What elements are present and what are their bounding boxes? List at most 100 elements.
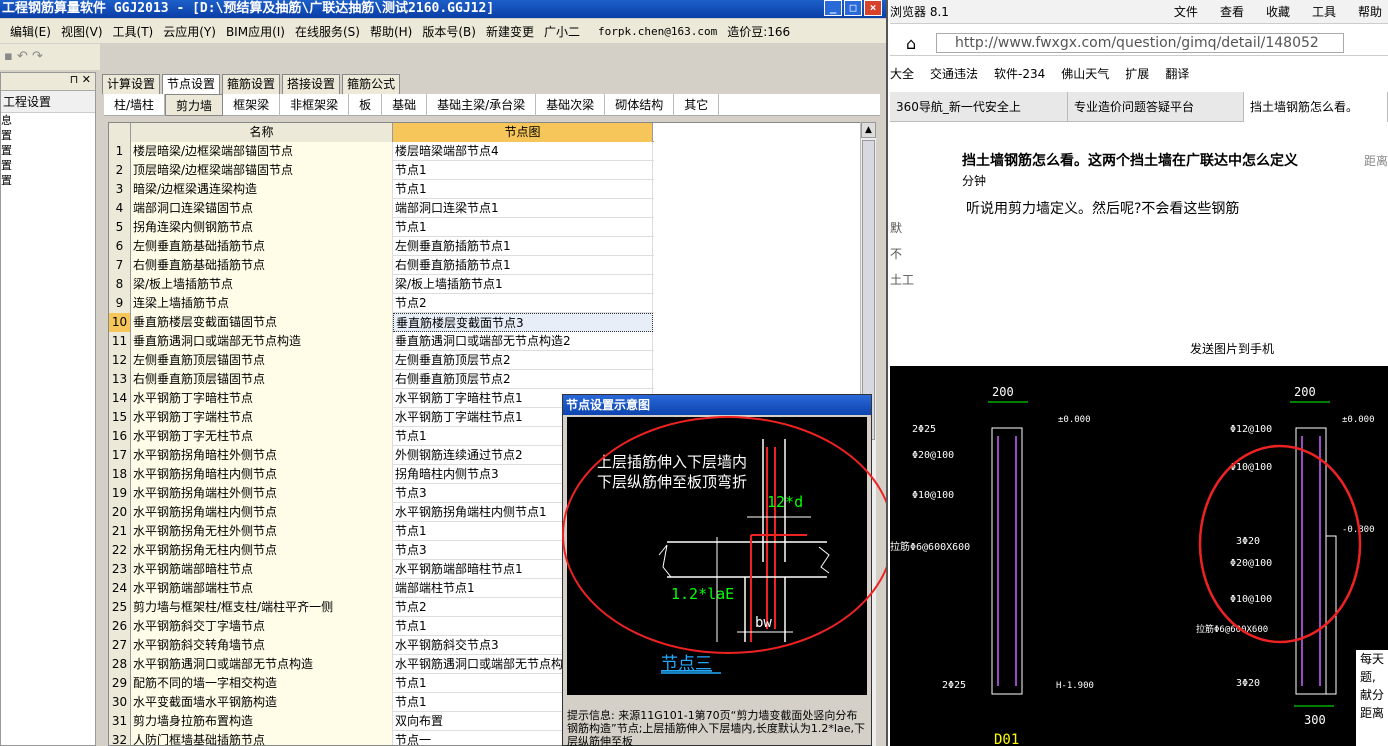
tab-slab[interactable]: 板 [349, 94, 383, 116]
table-row[interactable]: 9 连梁上墙插筋节点 节点2 [109, 294, 654, 313]
table-row[interactable]: 10 垂直筋楼层变截面锚固节点 垂直筋楼层变截面节点3 [109, 313, 654, 332]
bookmark-item[interactable]: 翻译 [1165, 62, 1189, 86]
tab-lap-settings[interactable]: 搭接设置 [282, 74, 341, 94]
table-row[interactable]: 5 拐角连梁内侧钢筋节点 节点1 [109, 218, 654, 237]
tab-foundation-main-beam[interactable]: 基础主梁/承台梁 [427, 94, 537, 116]
home-icon[interactable]: ⌂ [906, 34, 916, 53]
cell-node[interactable]: 垂直筋楼层变截面节点3 [393, 313, 653, 332]
browser-menu-favorites[interactable]: 收藏 [1266, 0, 1290, 24]
tree-item[interactable]: 息 [1, 113, 95, 128]
bookmark-item[interactable]: 扩展 [1125, 62, 1149, 86]
cell-node[interactable]: 节点1 [393, 180, 653, 199]
tab-stirrup-formula[interactable]: 箍筋公式 [342, 74, 401, 94]
header-node: 节点图 [393, 123, 653, 142]
cell-name: 水平钢筋端部暗柱节点 [131, 560, 393, 579]
tab-frame-beam[interactable]: 框架梁 [223, 94, 281, 116]
screen: 工程钢筋算量软件 GGJ2013 - [D:\预结算及抽筋\广联达抽筋\测试21… [0, 0, 1388, 746]
tab-nonframe-beam[interactable]: 非框架梁 [280, 94, 350, 116]
tree-item[interactable]: 置 [1, 173, 95, 188]
cell-num: 31 [109, 712, 131, 731]
cell-num: 20 [109, 503, 131, 522]
cell-node[interactable]: 左侧垂直筋顶层节点2 [393, 351, 653, 370]
cell-name: 拐角连梁内侧钢筋节点 [131, 218, 393, 237]
dialog-info: 提示信息: 来源11G101-1第70页“剪力墙变截面处竖向分布钢筋构造”节点;… [567, 709, 865, 746]
table-row[interactable]: 7 右侧垂直筋基础插筋节点 右侧垂直筋插筋节点1 [109, 256, 654, 275]
tree-item[interactable]: 置 [1, 128, 95, 143]
tab-foundation[interactable]: 基础 [382, 94, 428, 116]
cell-node[interactable]: 节点1 [393, 161, 653, 180]
save-icon[interactable]: ▪ [4, 49, 13, 64]
tab-other[interactable]: 其它 [674, 94, 720, 116]
browser-window: 浏览器 8.1 文件 查看 收藏 工具 帮助 ⌂ http://www.fwxg… [890, 0, 1388, 746]
cad-dim: 200 [1294, 385, 1316, 399]
browser-tab[interactable]: 专业造价问题答疑平台 [1068, 92, 1244, 122]
tab-column[interactable]: 柱/墙柱 [104, 94, 166, 116]
tab-shear-wall[interactable]: 剪力墙 [165, 94, 224, 116]
cell-node[interactable]: 左侧垂直筋插筋节点1 [393, 237, 653, 256]
cell-node[interactable]: 垂直筋遇洞口或端部无节点构造2 [393, 332, 653, 351]
tab-node-settings[interactable]: 节点设置 [162, 74, 221, 94]
cell-node[interactable]: 梁/板上墙插筋节点1 [393, 275, 653, 294]
cell-name: 水平钢筋拐角暗柱内侧节点 [131, 465, 393, 484]
table-row[interactable]: 8 梁/板上墙插筋节点 梁/板上墙插筋节点1 [109, 275, 654, 294]
cell-name: 剪力墙身拉筋布置构造 [131, 712, 393, 731]
cell-node[interactable]: 楼层暗梁端部节点4 [393, 142, 653, 161]
cell-node[interactable]: 右侧垂直筋插筋节点1 [393, 256, 653, 275]
tab-foundation-secondary-beam[interactable]: 基础次梁 [536, 94, 606, 116]
table-row[interactable]: 12 左侧垂直筋顶层锚固节点 左侧垂直筋顶层节点2 [109, 351, 654, 370]
menu-cloud[interactable]: 云应用(Y) [163, 23, 216, 40]
tree-item[interactable]: 置 [1, 143, 95, 158]
panel-pin-icon[interactable]: ⊓ ✕ [1, 73, 95, 91]
menu-view[interactable]: 视图(V) [61, 23, 103, 40]
redo-icon[interactable]: ↷ [32, 49, 43, 64]
panel-title: 工程设置 [1, 91, 95, 113]
cell-node[interactable]: 节点1 [393, 218, 653, 237]
browser-menu-view[interactable]: 查看 [1220, 0, 1244, 24]
menu-help[interactable]: 帮助(H) [370, 23, 412, 40]
cell-node[interactable]: 右侧垂直筋顶层节点2 [393, 370, 653, 389]
table-row[interactable]: 4 端部洞口连梁锚固节点 端部洞口连梁节点1 [109, 199, 654, 218]
price-beans: 造价豆:166 [727, 24, 791, 39]
bookmarks-bar: 大全 交通违法 软件-234 佛山天气 扩展 翻译 [890, 62, 1388, 86]
menu-edit[interactable]: 编辑(E) [10, 23, 51, 40]
table-row[interactable]: 2 顶层暗梁/边框梁端部锚固节点 节点1 [109, 161, 654, 180]
browser-menu-file[interactable]: 文件 [1174, 0, 1198, 24]
bookmark-item[interactable]: 佛山天气 [1061, 62, 1109, 86]
scroll-up-icon[interactable]: ▲ [861, 122, 876, 138]
browser-tab[interactable]: 360导航_新一代安全上 [890, 92, 1068, 122]
browser-menu-tools[interactable]: 工具 [1312, 0, 1336, 24]
menu-guangxiaoer[interactable]: 广小二 [544, 23, 580, 40]
menu-new-change[interactable]: 新建变更 [486, 23, 534, 40]
cell-node[interactable]: 端部洞口连梁节点1 [393, 199, 653, 218]
menu-bim[interactable]: BIM应用(I) [226, 23, 285, 40]
tab-stirrup-settings[interactable]: 箍筋设置 [222, 74, 281, 94]
browser-menu-help[interactable]: 帮助 [1358, 0, 1382, 24]
close-button[interactable]: × [864, 0, 882, 16]
table-row[interactable]: 6 左侧垂直筋基础插筋节点 左侧垂直筋插筋节点1 [109, 237, 654, 256]
bookmark-item[interactable]: 大全 [890, 62, 914, 86]
table-row[interactable]: 11 垂直筋遇洞口或端部无节点构造 垂直筋遇洞口或端部无节点构造2 [109, 332, 654, 351]
cell-node[interactable]: 节点2 [393, 294, 653, 313]
menu-online[interactable]: 在线服务(S) [295, 23, 360, 40]
table-row[interactable]: 1 楼层暗梁/边框梁端部锚固节点 楼层暗梁端部节点4 [109, 142, 654, 161]
url-field[interactable]: http://www.fwxgx.com/question/gimq/detai… [936, 33, 1344, 53]
bookmark-item[interactable]: 软件-234 [994, 62, 1045, 86]
undo-icon[interactable]: ↶ [17, 49, 28, 64]
maximize-button[interactable]: □ [844, 0, 862, 16]
menu-tools[interactable]: 工具(T) [113, 23, 154, 40]
send-to-phone-button[interactable]: 发送图片到手机 [1190, 340, 1274, 357]
browser-tab-active[interactable]: 挡土墙钢筋怎么看。 [1244, 92, 1388, 122]
bookmark-item[interactable]: 交通违法 [930, 62, 978, 86]
table-row[interactable]: 13 右侧垂直筋顶层锚固节点 右侧垂直筋顶层节点2 [109, 370, 654, 389]
minimize-button[interactable]: _ [824, 0, 842, 16]
tree-item[interactable]: 置 [1, 158, 95, 173]
tab-masonry[interactable]: 砌体结构 [605, 94, 675, 116]
table-row[interactable]: 3 暗梁/边框梁遇连梁构造 节点1 [109, 180, 654, 199]
cell-name: 右侧垂直筋基础插筋节点 [131, 256, 393, 275]
cell-name: 楼层暗梁/边框梁端部锚固节点 [131, 142, 393, 161]
tab-calc-settings[interactable]: 计算设置 [102, 74, 161, 94]
menu-version[interactable]: 版本号(B) [422, 23, 476, 40]
cell-name: 水平钢筋拐角暗柱外侧节点 [131, 446, 393, 465]
header-name: 名称 [131, 123, 393, 142]
cell-name: 人防门框墙基础插筋节点 [131, 731, 393, 745]
